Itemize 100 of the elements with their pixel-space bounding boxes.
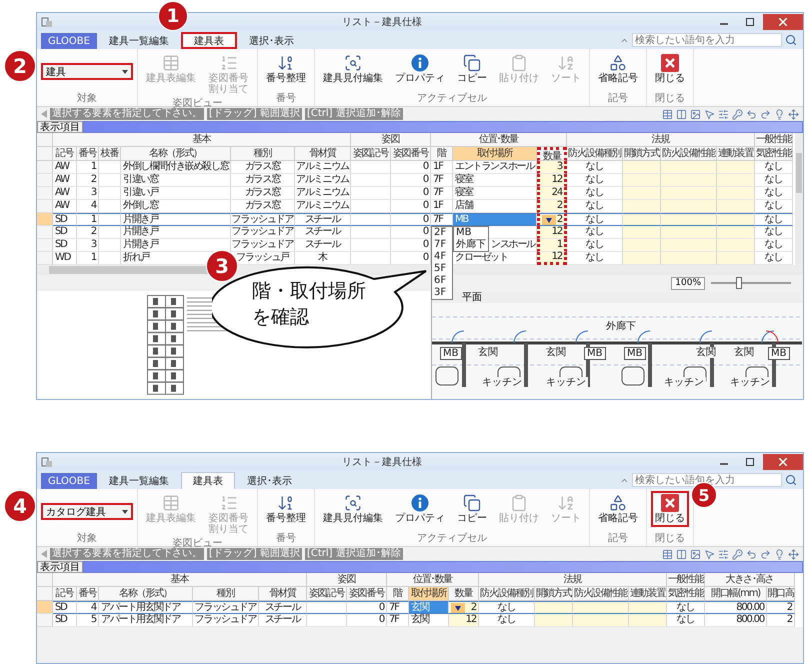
- column-header[interactable]: 連動装置: [629, 587, 667, 601]
- list-option[interactable]: 5F: [432, 263, 452, 275]
- image-icon[interactable]: [690, 548, 701, 560]
- ribbon-button[interactable]: 省略記号: [594, 51, 642, 87]
- undo-icon[interactable]: [746, 108, 757, 120]
- table-icon[interactable]: [662, 548, 673, 560]
- bulb-icon[interactable]: [774, 548, 785, 560]
- column-header[interactable]: 姿図番号: [391, 147, 431, 161]
- search-field[interactable]: 検索したい語句を入力: [632, 33, 782, 47]
- ribbon-tab[interactable]: 建具表: [180, 32, 237, 49]
- maximize-icon: [746, 458, 754, 466]
- column-header[interactable]: 防火設備種別: [567, 147, 623, 161]
- key-icon[interactable]: [732, 548, 743, 560]
- ribbon-tab[interactable]: 建具一覧編集: [96, 32, 181, 49]
- column-header[interactable]: 取付場所: [409, 587, 449, 601]
- app-menu-button[interactable]: GLOOBE: [41, 473, 97, 489]
- column-header[interactable]: 数量: [537, 147, 567, 161]
- ribbon-button[interactable]: 番号整理: [262, 51, 310, 87]
- search-icon[interactable]: [785, 474, 797, 486]
- ribbon-button[interactable]: 番号整理: [262, 491, 310, 527]
- ribbon-button[interactable]: 建具見付編集: [319, 491, 387, 527]
- close-button[interactable]: [763, 14, 803, 30]
- column-header[interactable]: 名称（形式）: [121, 147, 231, 161]
- ribbon-button[interactable]: プロパティ: [391, 491, 449, 527]
- column-header[interactable]: 気密性能: [667, 587, 705, 601]
- list-option[interactable]: MB: [454, 227, 488, 239]
- column-header[interactable]: 枝番: [99, 147, 121, 161]
- column-header[interactable]: 姿図番号: [347, 587, 387, 601]
- move-icon[interactable]: [788, 108, 799, 120]
- slider-thumb[interactable]: [736, 277, 742, 289]
- column-header[interactable]: 骨材質: [259, 587, 307, 601]
- move-icon[interactable]: [788, 548, 799, 560]
- redo-icon[interactable]: [760, 548, 771, 560]
- copy-icon: [463, 494, 481, 512]
- ribbon-button[interactable]: 閉じる: [651, 51, 689, 87]
- column-header[interactable]: 防火設備性能: [661, 147, 717, 161]
- column-header[interactable]: 記号: [53, 587, 77, 601]
- column-header[interactable]: 防火設備性能: [573, 587, 629, 601]
- dropdown-cell[interactable]: 2: [537, 213, 567, 226]
- column-header[interactable]: 種別: [231, 147, 295, 161]
- ribbon-button[interactable]: 省略記号: [594, 491, 642, 527]
- ribbon-button[interactable]: コピー: [453, 51, 491, 87]
- pointer-icon[interactable]: [704, 108, 715, 120]
- table-cell: スチール: [295, 226, 351, 239]
- ribbon-tab[interactable]: 選択･表示: [234, 472, 304, 489]
- table-cell: スチール: [259, 614, 307, 627]
- column-header[interactable]: 開口高: [767, 587, 795, 601]
- app-menu-button[interactable]: GLOOBE: [41, 33, 97, 49]
- ribbon-button[interactable]: 閉じる: [651, 491, 689, 527]
- ribbon-tab[interactable]: 建具一覧編集: [96, 472, 181, 489]
- column-header[interactable]: 連動装置: [717, 147, 755, 161]
- column-header[interactable]: 種別: [193, 587, 259, 601]
- sliders-icon[interactable]: [718, 108, 729, 120]
- vertical-scrollbar[interactable]: [795, 133, 803, 265]
- column-header[interactable]: 開口幅(mm): [705, 587, 767, 601]
- ribbon-button[interactable]: プロパティ: [391, 51, 449, 87]
- key-icon[interactable]: [732, 108, 743, 120]
- pointer-icon[interactable]: [704, 548, 715, 560]
- column-header[interactable]: 開鎖方式: [623, 147, 661, 161]
- list-option[interactable]: 6F: [432, 275, 452, 287]
- column-header[interactable]: 骨材質: [295, 147, 351, 161]
- close-button[interactable]: [763, 454, 803, 470]
- dropdown-cell[interactable]: 2: [449, 601, 479, 614]
- redo-icon[interactable]: [760, 108, 771, 120]
- list-option[interactable]: 7F: [432, 239, 452, 251]
- table-cell: 5: [77, 614, 99, 627]
- image-icon[interactable]: [690, 108, 701, 120]
- column-header[interactable]: 記号: [53, 147, 77, 161]
- columns-icon[interactable]: [676, 548, 687, 560]
- list-option[interactable]: 3F: [432, 287, 452, 299]
- table-cell: 24: [537, 187, 567, 200]
- undo-icon[interactable]: [746, 548, 757, 560]
- ribbon-tab[interactable]: 選択･表示: [236, 32, 306, 49]
- ribbon-button[interactable]: コピー: [453, 491, 491, 527]
- list-option[interactable]: 4F: [432, 251, 452, 263]
- column-header[interactable]: 開鎖方式: [535, 587, 573, 601]
- search-icon[interactable]: [785, 34, 797, 46]
- ribbon-button[interactable]: 建具見付編集: [319, 51, 387, 87]
- list-option[interactable]: 2F: [432, 227, 452, 239]
- column-header[interactable]: 名称（形式）: [99, 587, 193, 601]
- column-header[interactable]: 防火設備種別: [479, 587, 535, 601]
- ribbon-tab[interactable]: 建具表: [180, 472, 235, 489]
- column-header[interactable]: 階: [387, 587, 409, 601]
- sliders-icon[interactable]: [718, 548, 729, 560]
- column-header[interactable]: 取付場所: [453, 147, 537, 161]
- target-dropdown[interactable]: 建具: [41, 63, 133, 80]
- column-header[interactable]: 番号: [77, 147, 99, 161]
- column-header[interactable]: 番号: [77, 587, 99, 601]
- column-header[interactable]: 気密性能: [755, 147, 793, 161]
- table-cell: 店舗: [453, 200, 537, 213]
- table-cell: アルミニウム: [295, 174, 351, 187]
- list-option[interactable]: 外廊下: [454, 239, 488, 251]
- column-header[interactable]: 姿図記号: [307, 587, 347, 601]
- columns-icon[interactable]: [676, 108, 687, 120]
- column-header[interactable]: 数量: [449, 587, 479, 601]
- table-icon[interactable]: [662, 108, 673, 120]
- column-header[interactable]: 階: [431, 147, 453, 161]
- column-header[interactable]: 姿図記号: [351, 147, 391, 161]
- target-dropdown[interactable]: カタログ建具: [41, 503, 133, 520]
- bulb-icon[interactable]: [774, 108, 785, 120]
